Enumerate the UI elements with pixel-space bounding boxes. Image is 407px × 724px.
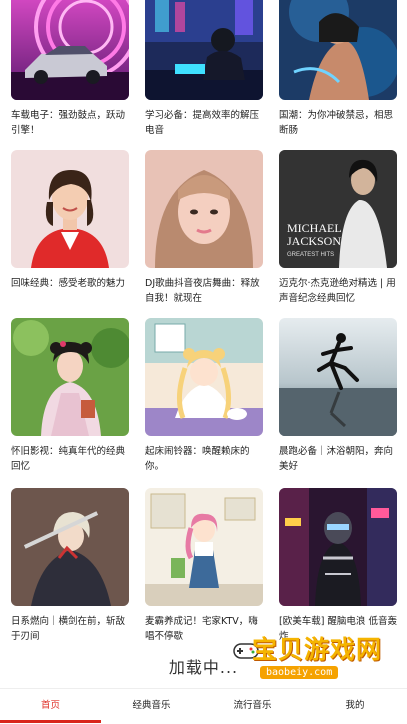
playlist-title: 晨跑必备｜沐浴朝阳，奔向美好	[279, 446, 394, 472]
playlist-card[interactable]: 车载电子：强劲鼓点，跃动引擎！	[11, 0, 129, 138]
michael-jackson-cover-image: MICHAEL JACKSON GREATEST HITS	[279, 150, 397, 268]
watermark-title: 宝贝游戏网	[252, 635, 383, 664]
playlist-title: 日系燃向｜横剑在前，斩敌于刃间	[11, 616, 126, 642]
michael-cover-text-line3: GREATEST HITS	[287, 252, 334, 258]
playlist-title: 国潮：为你冲破禁忌，相思断肠	[279, 110, 394, 136]
playlist-card[interactable]: 晨跑必备｜沐浴朝阳，奔向美好	[279, 318, 397, 474]
michael-cover-text-line2: JACKSON	[287, 234, 341, 248]
cyber-rider-cover-image	[279, 488, 397, 606]
bottom-tab-bar: 首页 经典音乐 流行音乐 我的	[0, 688, 407, 724]
study-girl-cover-image	[145, 0, 263, 100]
playlist-card[interactable]: 怀旧影视：纯真年代的经典回忆	[11, 318, 129, 474]
tab-home[interactable]: 首页	[0, 689, 101, 722]
playlist-card[interactable]: DJ歌曲抖音夜店舞曲：释放自我！就现在	[145, 150, 263, 306]
watermark: 宝贝游戏网 baobeiy.com	[232, 628, 392, 688]
playlist-title: 起床闹铃器：唤醒赖床的你。	[145, 446, 250, 472]
playlist-card[interactable]: 麦霸养成记！宅家KTV，嗨唱不停歇	[145, 488, 263, 644]
costume-drama-cover-image	[11, 318, 129, 436]
tab-pop-music[interactable]: 流行音乐	[202, 689, 303, 722]
sailor-anime-cover-image	[145, 318, 263, 436]
girl-portrait-cover-image	[145, 150, 263, 268]
woman-portrait-cover-image	[11, 150, 129, 268]
singing-girl-cover-image	[145, 488, 263, 606]
tab-label: 首页	[40, 700, 60, 711]
car-neon-cover-image	[11, 0, 129, 100]
tab-mine[interactable]: 我的	[303, 689, 407, 722]
playlist-card[interactable]: 国潮：为你冲破禁忌，相思断肠	[279, 0, 397, 138]
runner-cover-image	[279, 318, 397, 436]
playlist-card[interactable]: 回味经典：感受老歌的魅力	[11, 150, 129, 291]
tab-label: 我的	[345, 700, 365, 711]
playlist-title: 回味经典：感受老歌的魅力	[11, 278, 126, 289]
guochao-cover-image	[279, 0, 397, 100]
playlist-grid: 车载电子：强劲鼓点，跃动引擎！ 学习必备：提高效率的解压电音 国潮：为你冲破禁忌…	[0, 0, 407, 650]
tab-label: 经典音乐	[132, 700, 171, 711]
playlist-title: 迈克尔·杰克逊绝对精选 | 用声音纪念经典回忆	[279, 278, 396, 304]
playlist-title: DJ歌曲抖音夜店舞曲：释放自我！就现在	[145, 278, 260, 304]
playlist-card[interactable]: 起床闹铃器：唤醒赖床的你。	[145, 318, 263, 474]
playlist-card[interactable]: [欧美车载] 醒脑电浪 低音轰炸	[279, 488, 397, 644]
playlist-card[interactable]: 日系燃向｜横剑在前，斩敌于刃间	[11, 488, 129, 644]
playlist-card[interactable]: MICHAEL JACKSON GREATEST HITS 迈克尔·杰克逊绝对精…	[279, 150, 397, 306]
watermark-url: baobeiy.com	[260, 666, 339, 679]
playlist-title: 车载电子：强劲鼓点，跃动引擎！	[11, 110, 126, 136]
tab-label: 流行音乐	[233, 700, 272, 711]
playlist-card[interactable]: 学习必备：提高效率的解压电音	[145, 0, 263, 138]
playlist-title: 学习必备：提高效率的解压电音	[145, 110, 260, 136]
tab-classic-music[interactable]: 经典音乐	[101, 689, 202, 722]
playlist-title: 怀旧影视：纯真年代的经典回忆	[11, 446, 126, 472]
swordswoman-cover-image	[11, 488, 129, 606]
michael-cover-text-line1: MICHAEL	[287, 221, 342, 235]
